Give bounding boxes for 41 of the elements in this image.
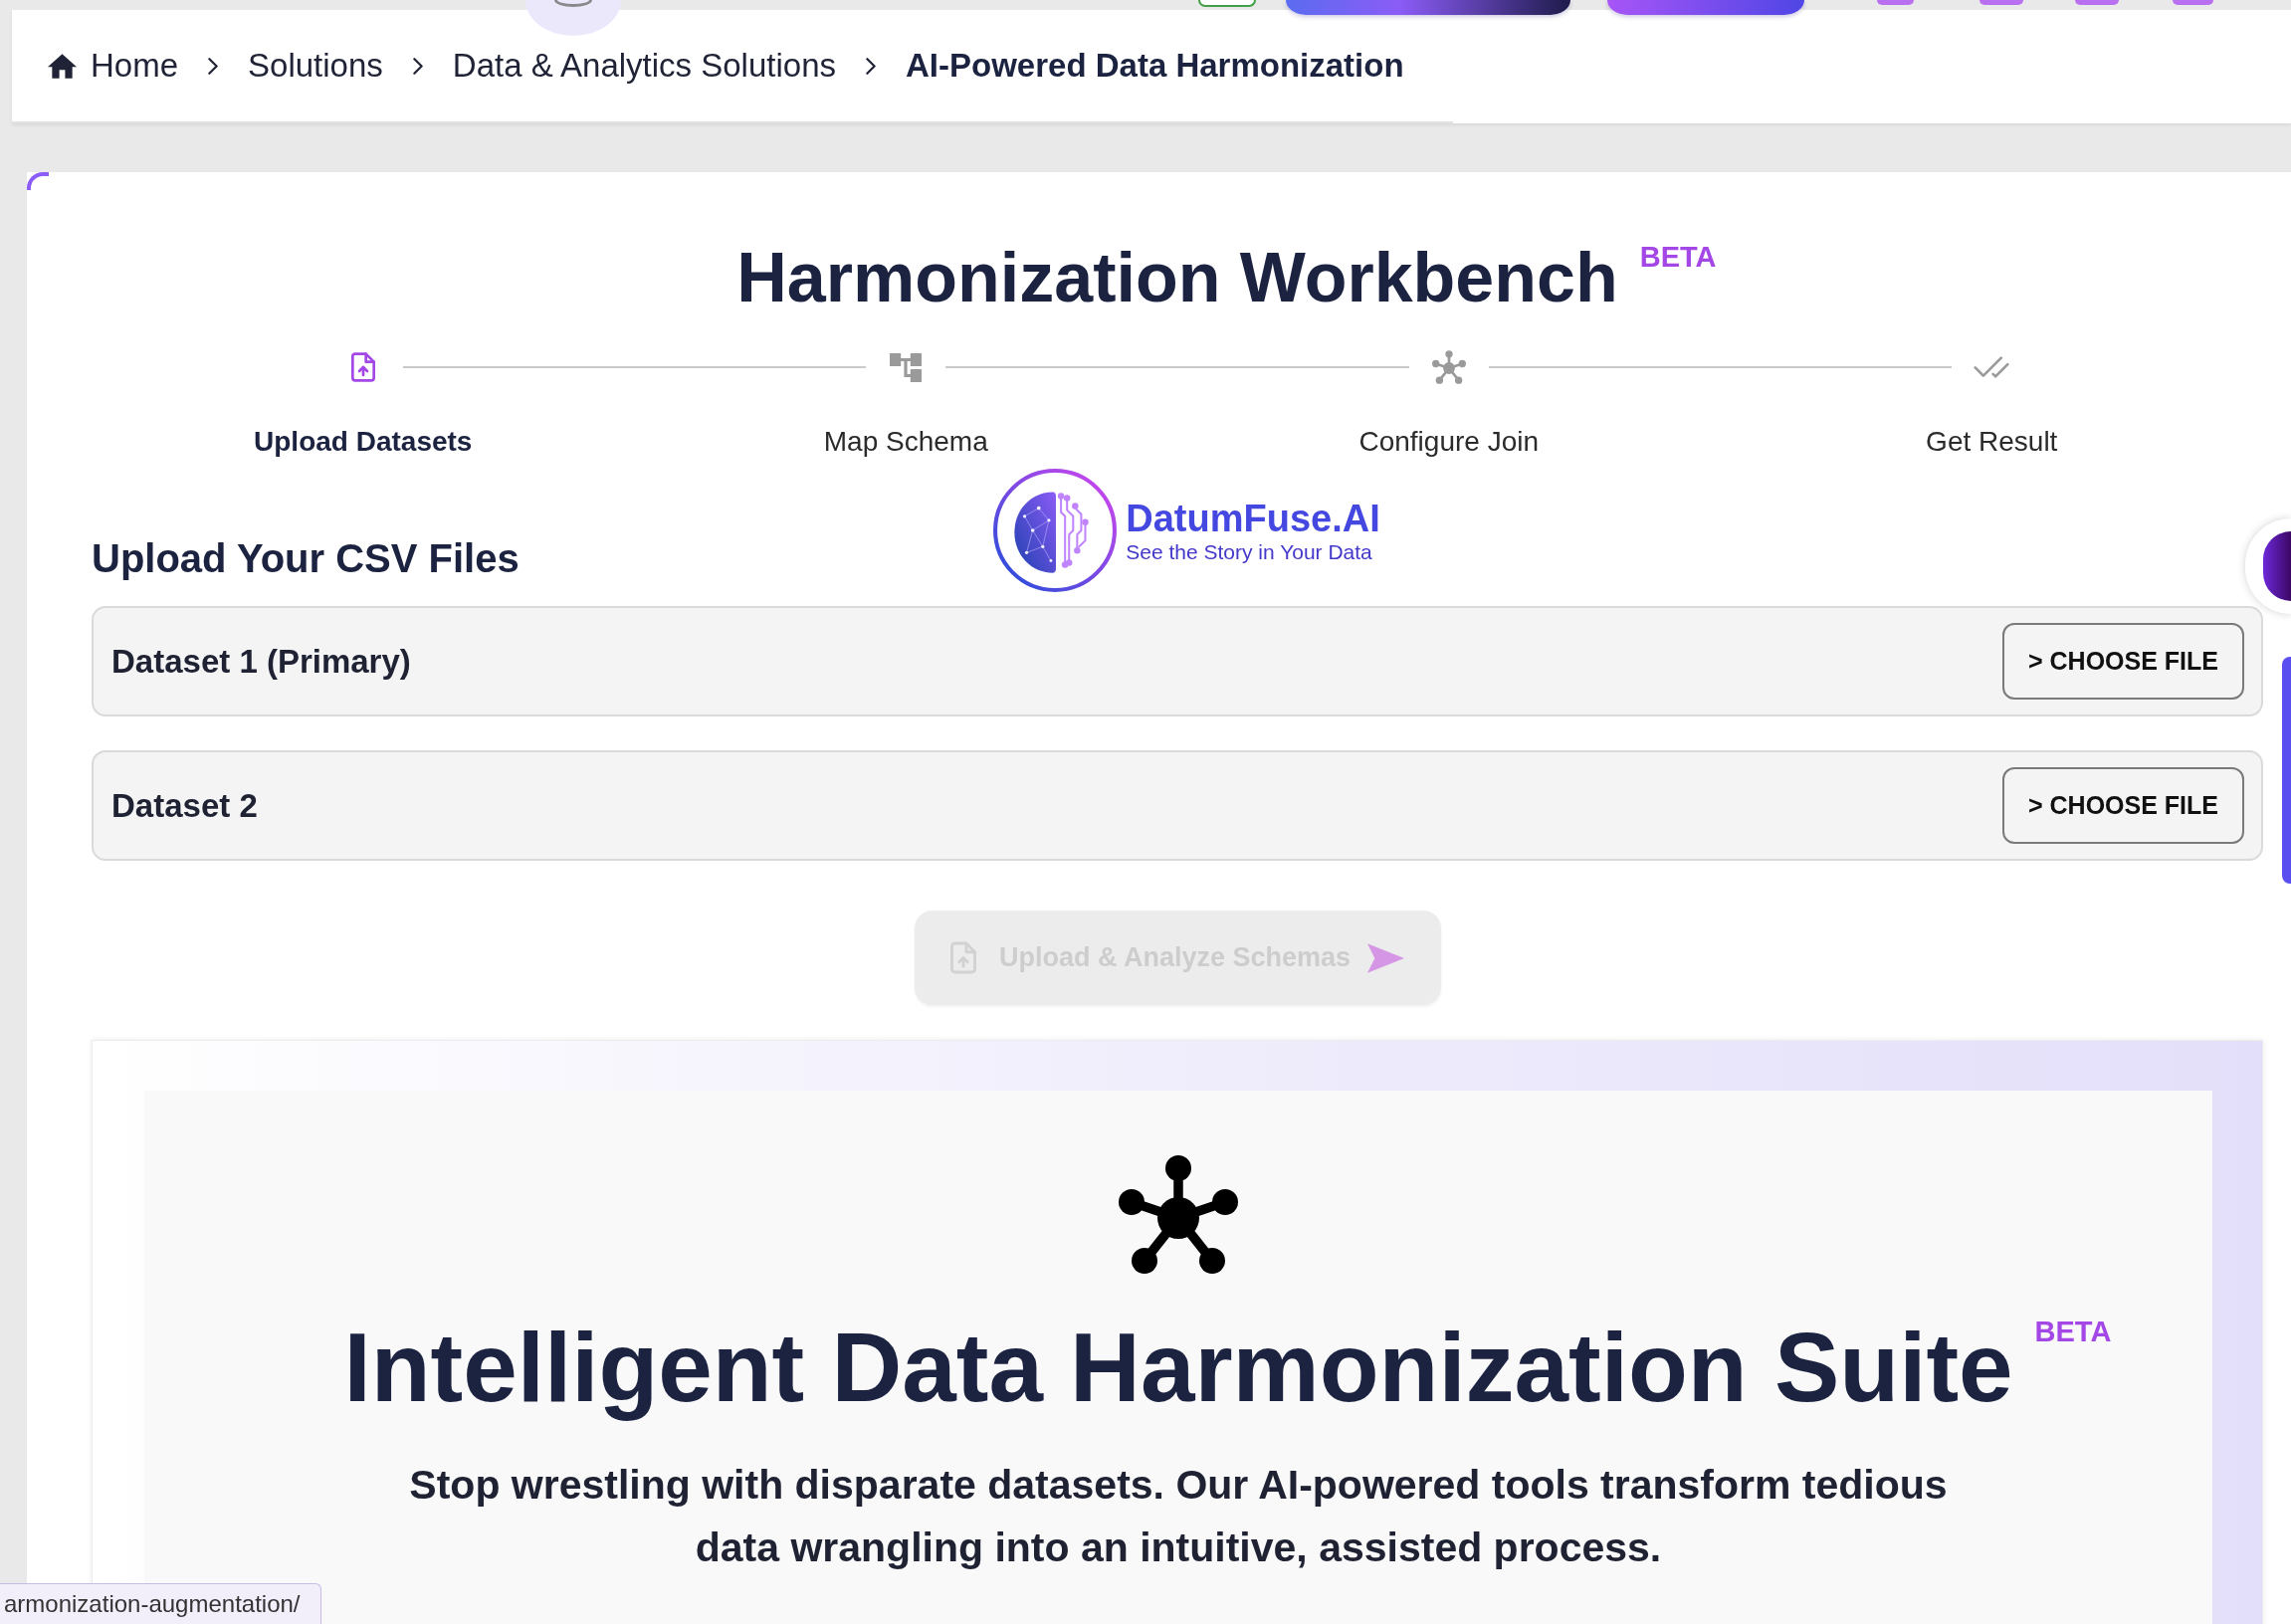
hero-subtitle: Stop wrestling with disparate datasets. Our AI-powered tools transform tedious data wrangling into an intuitive, assisted process. (408, 1461, 1949, 1572)
double-check-icon (1974, 356, 2010, 378)
corner-accent (27, 172, 49, 190)
chevron-right-icon (208, 57, 219, 75)
nav-icon[interactable] (2173, 0, 2213, 5)
nav-icon[interactable] (2075, 0, 2119, 5)
file-upload-icon (350, 352, 375, 382)
step-label: Get Result (1926, 425, 2058, 459)
hierarchy-icon (890, 352, 923, 382)
choose-file-button[interactable]: > CHOOSE FILE (2002, 623, 2244, 700)
nav-pill[interactable] (1198, 0, 1256, 7)
brain-circuit-icon (992, 468, 1119, 593)
hub-icon (1119, 1155, 1238, 1274)
beta-label: BETA (1639, 240, 1717, 275)
step-label: Map Schema (823, 425, 988, 459)
nav-icon[interactable] (1979, 0, 2023, 5)
file-upload-icon (949, 940, 976, 975)
send-icon (1367, 942, 1405, 973)
dataset-label: Dataset 1 (Primary) (111, 642, 411, 681)
chevron-right-icon (866, 57, 876, 75)
nav-button[interactable] (1286, 0, 1570, 15)
section-heading: Upload Your CSV Files (92, 535, 520, 581)
nav-button[interactable] (1607, 0, 1804, 15)
step-label: Upload Datasets (254, 425, 473, 459)
step-label: Configure Join (1358, 425, 1540, 459)
breadcrumb-link[interactable]: Data & Analytics Solutions (452, 46, 836, 86)
workbench-title: Harmonization Workbench (736, 238, 1618, 318)
nav-icon[interactable] (1877, 0, 1914, 5)
breadcrumb-current: AI-Powered Data Harmonization (906, 46, 1404, 86)
chevron-right-icon (412, 57, 423, 75)
choose-file-button[interactable]: > CHOOSE FILE (2002, 767, 2244, 844)
status-url: armonization-augmentation/ (0, 1583, 321, 1624)
hub-icon (1431, 350, 1466, 384)
breadcrumb-link[interactable]: Solutions (248, 46, 383, 86)
breadcrumb-link[interactable]: Home (48, 46, 179, 86)
beta-label: BETA (2034, 1315, 2112, 1349)
home-icon (48, 53, 77, 79)
logo-tagline: See the Story in Your Data (1126, 539, 1373, 565)
hero-title: Intelligent Data Harmonization Suite (343, 1312, 2013, 1424)
logo-name: DatumFuse.AI (1126, 498, 1380, 539)
dataset-label: Dataset 2 (111, 786, 258, 825)
